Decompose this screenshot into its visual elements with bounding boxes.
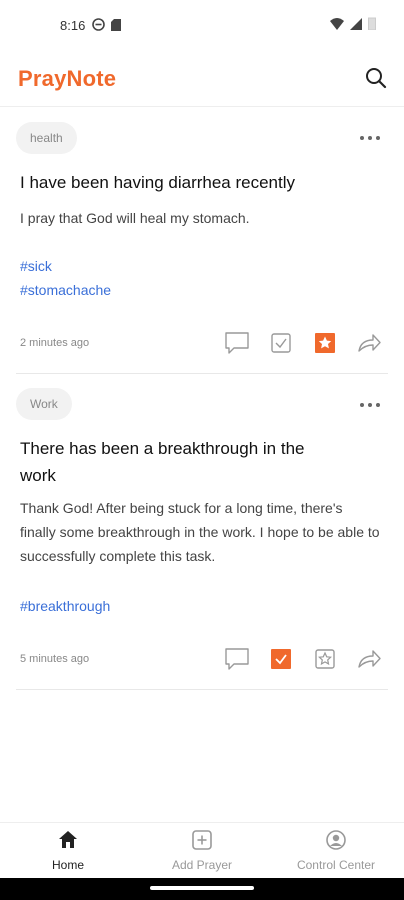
checkbox-checked-icon[interactable]	[266, 644, 296, 674]
share-icon[interactable]	[354, 328, 384, 358]
app-bar: PrayNote	[0, 52, 404, 107]
hashtag-link[interactable]: #sick	[20, 254, 52, 278]
star-icon[interactable]	[310, 644, 340, 674]
share-icon[interactable]	[354, 644, 384, 674]
star-active-icon[interactable]	[310, 328, 340, 358]
prayer-title: There has been a breakthrough in the wor…	[20, 439, 305, 485]
prayer-card[interactable]: health I have been having diarrhea recen…	[0, 106, 404, 374]
nav-label: Home	[51, 858, 84, 872]
wifi-icon	[330, 17, 344, 30]
divider	[16, 689, 388, 690]
status-bar: 8:16	[0, 0, 404, 52]
sd-card-icon	[111, 18, 121, 31]
signal-icon	[350, 17, 362, 30]
gesture-handle[interactable]	[150, 886, 254, 890]
prayer-card[interactable]: Work There has been a breakthrough in th…	[0, 374, 404, 690]
home-icon	[59, 831, 77, 848]
post-time: 5 minutes ago	[20, 653, 90, 665]
bottom-nav: Home Add Prayer Control Center	[0, 822, 404, 879]
search-icon[interactable]	[364, 66, 388, 90]
gesture-bar	[0, 878, 404, 900]
app-logo: PrayNote	[18, 66, 117, 91]
nav-home[interactable]: Home	[1, 829, 135, 872]
checkbox-icon[interactable]	[266, 328, 296, 358]
prayer-body: I pray that God will heal my stomach.	[20, 210, 250, 226]
prayer-body: Thank God! After being stuck for a long …	[20, 500, 380, 564]
hashtag-link[interactable]: #stomachache	[20, 278, 111, 302]
more-options-icon[interactable]	[358, 132, 382, 144]
nav-add-prayer[interactable]: Add Prayer	[135, 829, 269, 872]
nav-label: Add Prayer	[171, 858, 233, 872]
more-options-icon[interactable]	[358, 399, 382, 411]
comment-icon[interactable]	[222, 328, 252, 358]
category-tag[interactable]: health	[16, 122, 77, 154]
user-circle-icon	[326, 830, 346, 850]
post-time: 2 minutes ago	[20, 337, 90, 349]
nav-control-center[interactable]: Control Center	[269, 829, 403, 872]
comment-icon[interactable]	[222, 644, 252, 674]
hashtag-link[interactable]: #breakthrough	[20, 594, 110, 618]
battery-icon	[368, 17, 376, 30]
nav-label: Control Center	[296, 858, 376, 872]
category-tag[interactable]: Work	[16, 388, 72, 420]
add-square-icon	[192, 830, 212, 850]
prayer-title: I have been having diarrhea recently	[20, 173, 296, 192]
do-not-disturb-icon	[92, 18, 105, 31]
status-time: 8:16	[60, 18, 86, 33]
